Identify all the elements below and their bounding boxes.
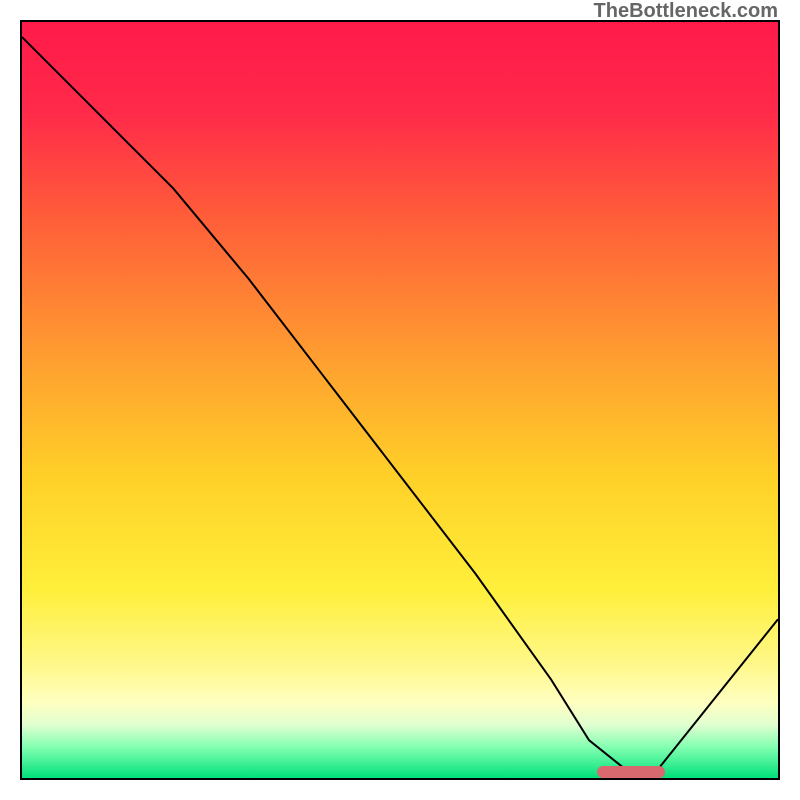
watermark-text: TheBottleneck.com <box>594 0 778 23</box>
optimal-range-marker <box>597 766 665 778</box>
plot-area <box>20 20 780 780</box>
bottleneck-curve <box>22 22 778 778</box>
chart-container: TheBottleneck.com <box>0 0 800 800</box>
